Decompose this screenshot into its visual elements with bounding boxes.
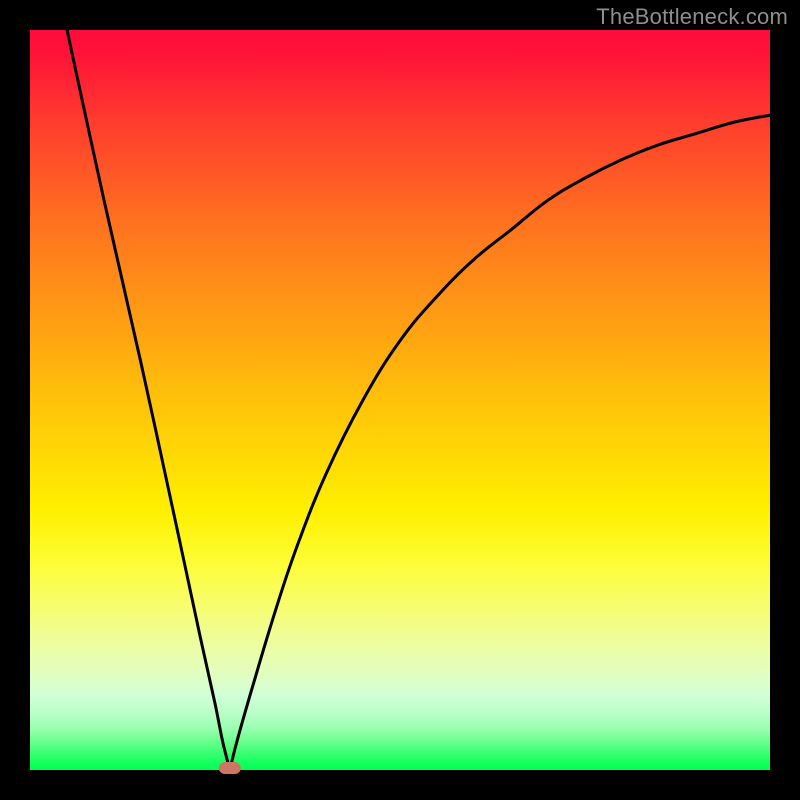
curve-left-branch <box>67 30 230 770</box>
curve-right-branch <box>230 115 770 770</box>
chart-frame: TheBottleneck.com <box>0 0 800 800</box>
minimum-marker <box>219 762 241 774</box>
watermark-text: TheBottleneck.com <box>596 4 788 30</box>
curve-layer <box>30 30 770 770</box>
plot-area <box>30 30 770 770</box>
